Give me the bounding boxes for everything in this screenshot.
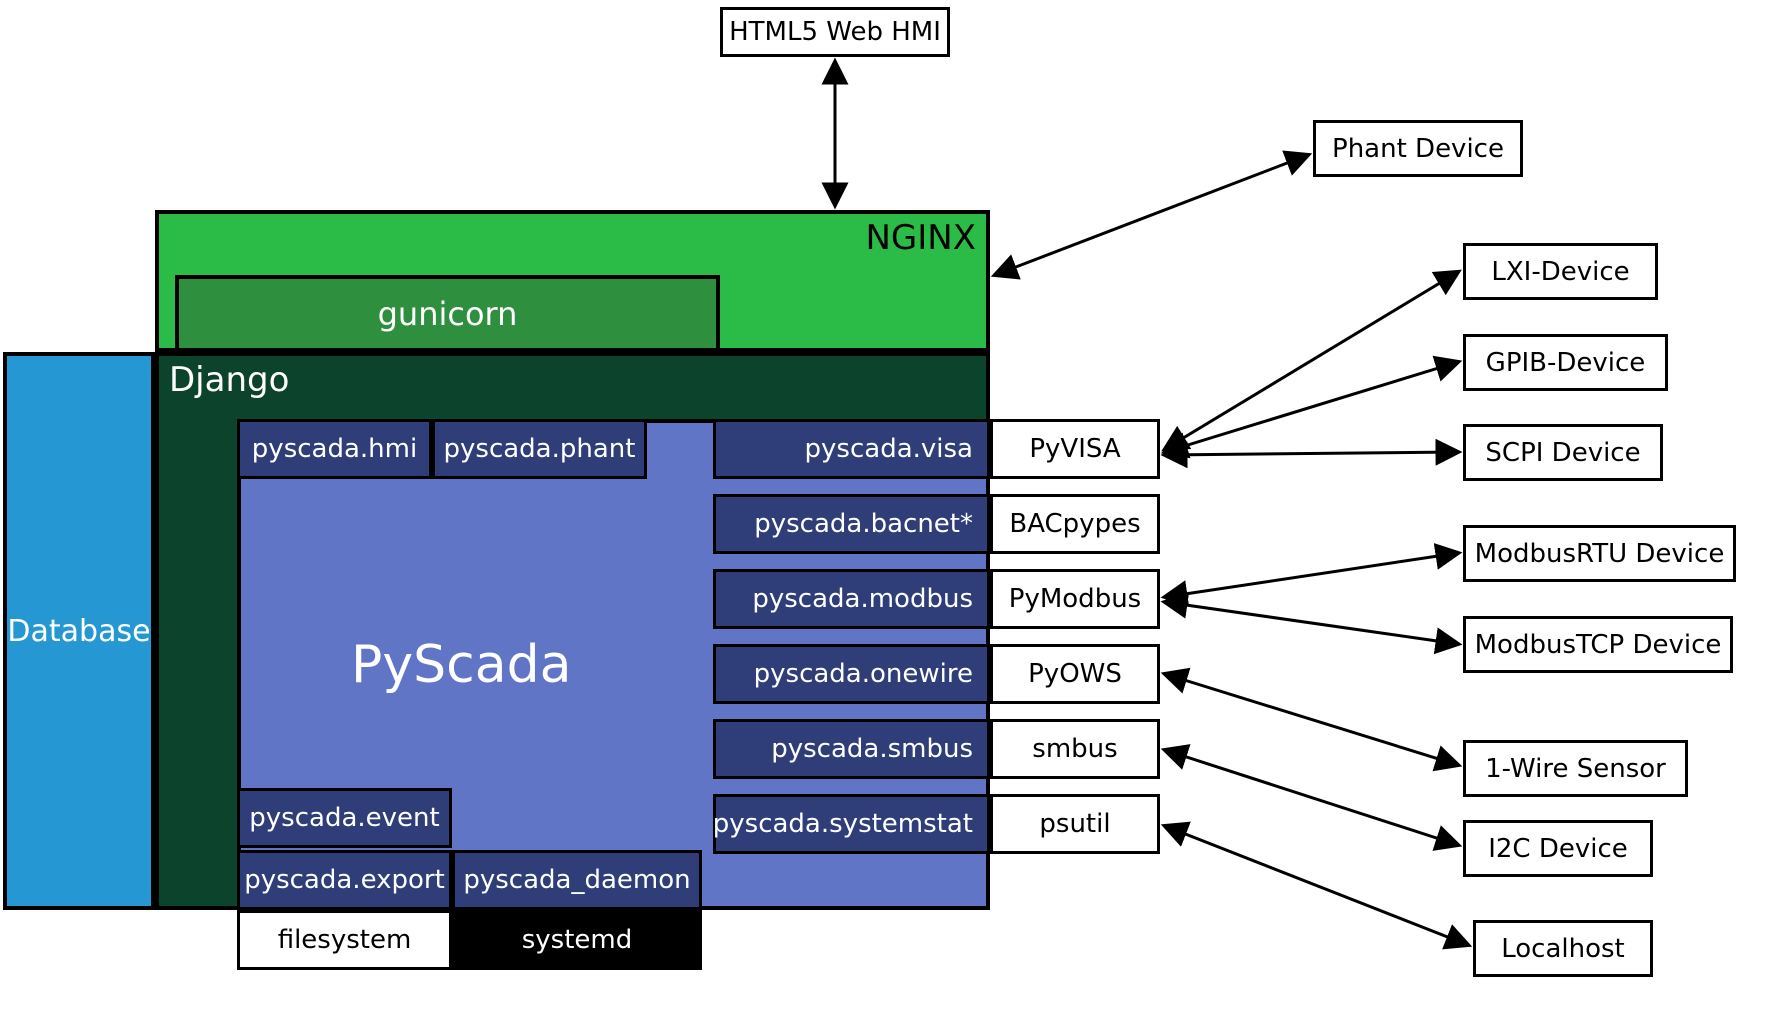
lib-psutil-label: psutil [1039,809,1110,839]
pyscada-systemstat-label: pyscada.systemstat [713,809,973,839]
device-phant-label: Phant Device [1332,134,1504,164]
pyscada-bacnet-label: pyscada.bacnet* [754,509,973,539]
device-lxi-box: LXI-Device [1463,243,1658,300]
django-label: Django [169,360,289,400]
pyscada-export-label: pyscada.export [244,865,445,895]
device-localhost-label: Localhost [1501,934,1625,964]
database-box: Database [3,352,155,910]
device-i2c-label: I2C Device [1488,834,1628,864]
device-modbus-tcp-box: ModbusTCP Device [1463,616,1733,673]
filesystem-label: filesystem [278,925,412,955]
device-i2c-box: I2C Device [1463,820,1653,877]
device-phant-box: Phant Device [1313,120,1523,177]
pyscada-phant-label: pyscada.phant [444,434,636,464]
device-scpi-box: SCPI Device [1463,424,1663,481]
lib-bacpypes-box: BACpypes [990,494,1160,554]
filesystem-box: filesystem [237,910,452,970]
pyscada-modbus-box: pyscada.modbus [713,569,990,629]
device-localhost-box: Localhost [1473,920,1653,977]
lib-pymodbus-box: PyModbus [990,569,1160,629]
pyscada-hmi-box: pyscada.hmi [237,419,432,479]
pyscada-visa-label: pyscada.visa [805,434,973,464]
device-onewire-label: 1-Wire Sensor [1485,754,1666,784]
device-onewire-box: 1-Wire Sensor [1463,740,1688,797]
pyscada-modbus-label: pyscada.modbus [752,584,973,614]
lib-pymodbus-label: PyModbus [1009,584,1141,614]
lib-smbus-label: smbus [1032,734,1117,764]
database-label: Database [7,614,150,649]
device-modbus-tcp-label: ModbusTCP Device [1475,630,1722,660]
pyscada-event-label: pyscada.event [249,803,439,833]
pyscada-event-box: pyscada.event [237,788,452,848]
device-gpib-box: GPIB-Device [1463,334,1668,391]
pyscada-smbus-box: pyscada.smbus [713,719,990,779]
html5-web-hmi-box: HTML5 Web HMI [720,7,950,57]
pyscada-export-box: pyscada.export [237,850,452,910]
lib-smbus-box: smbus [990,719,1160,779]
pyscada-visa-box: pyscada.visa [713,419,990,479]
systemd-box: systemd [452,910,702,970]
pyscada-bacnet-box: pyscada.bacnet* [713,494,990,554]
device-gpib-label: GPIB-Device [1486,348,1646,378]
lib-pyvisa-box: PyVISA [990,419,1160,479]
device-modbus-rtu-label: ModbusRTU Device [1475,539,1725,569]
lib-pyows-box: PyOWS [990,644,1160,704]
lib-bacpypes-label: BACpypes [1009,509,1140,539]
html5-web-hmi-label: HTML5 Web HMI [729,17,941,47]
pyscada-systemstat-box: pyscada.systemstat [713,794,990,854]
lib-pyvisa-label: PyVISA [1029,434,1120,464]
pyscada-core-label: PyScada [351,635,571,695]
pyscada-smbus-label: pyscada.smbus [771,734,973,764]
pyscada-hmi-label: pyscada.hmi [252,434,417,464]
lib-pyows-label: PyOWS [1028,659,1122,689]
device-lxi-label: LXI-Device [1491,257,1629,287]
pyscada-onewire-label: pyscada.onewire [754,659,973,689]
pyscada-phant-box: pyscada.phant [432,419,647,479]
device-modbus-rtu-box: ModbusRTU Device [1463,525,1736,582]
device-scpi-label: SCPI Device [1485,438,1640,468]
pyscada-daemon-box: pyscada_daemon [452,850,702,910]
pyscada-daemon-label: pyscada_daemon [463,865,690,895]
systemd-label: systemd [522,925,633,955]
nginx-label: NGINX [865,218,976,258]
lib-psutil-box: psutil [990,794,1160,854]
gunicorn-box: gunicorn [175,275,720,352]
gunicorn-label: gunicorn [378,295,518,333]
pyscada-onewire-box: pyscada.onewire [713,644,990,704]
